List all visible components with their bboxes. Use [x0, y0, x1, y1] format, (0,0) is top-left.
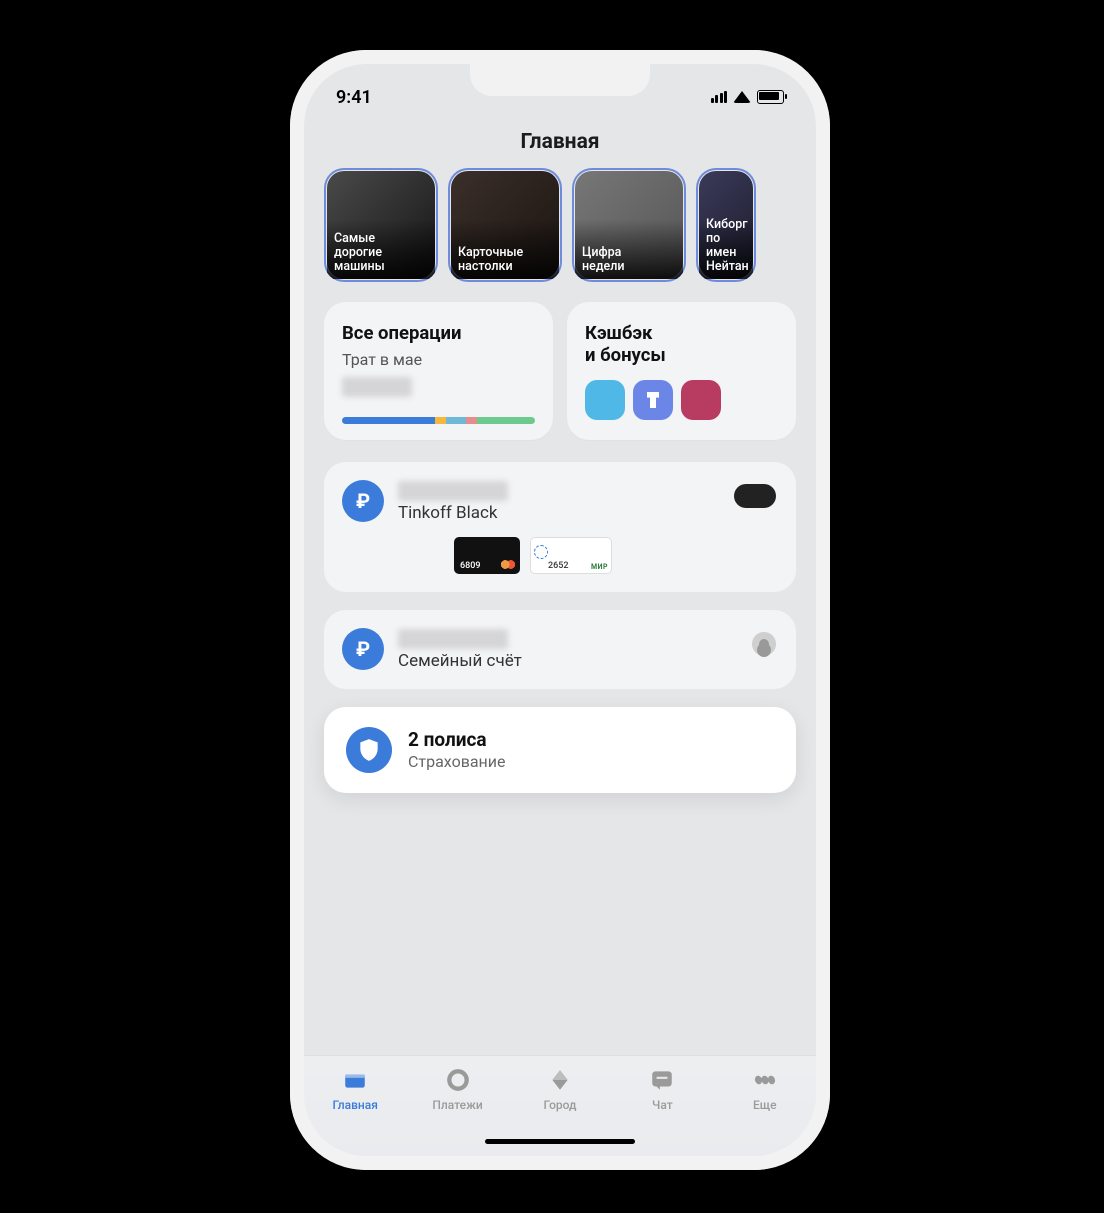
device-notch [470, 64, 650, 96]
operations-subtitle: Трат в мае [342, 350, 535, 369]
city-icon [546, 1066, 574, 1094]
payments-icon [444, 1066, 472, 1094]
spending-amount-blurred [342, 377, 412, 397]
tab-label: Еще [753, 1098, 777, 1112]
wifi-icon [733, 91, 751, 103]
more-icon [751, 1066, 779, 1094]
mir-logo-icon: МИР [591, 563, 608, 571]
tab-bar: Главная Платежи Город Чат [304, 1055, 816, 1156]
phone-mockup: 9:41 Главная Самые дорогие машины Карточ… [290, 50, 830, 1170]
shared-user-icon[interactable] [752, 632, 776, 656]
partner-icon [681, 380, 721, 420]
partner-icon [585, 380, 625, 420]
home-icon [341, 1066, 369, 1094]
tab-home[interactable]: Главная [316, 1066, 394, 1112]
status-time: 9:41 [336, 87, 372, 108]
operations-widget[interactable]: Все операции Трат в мае [324, 302, 553, 440]
story-label: Самые дорогие машины [334, 232, 430, 274]
widgets-row: Все операции Трат в мае Кэшбэк и бонусы [324, 302, 796, 440]
tab-more[interactable]: Еще [726, 1066, 804, 1112]
story-label: Цифра недели [582, 246, 678, 274]
account-card-tinkoff-black[interactable]: ₽ Tinkoff Black 6809 2652 МИР [324, 462, 796, 592]
card-last4: 6809 [460, 561, 480, 571]
story-card[interactable]: Самые дорогие машины [324, 168, 438, 282]
account-name: Семейный счёт [398, 651, 778, 671]
insurance-subtitle: Страхование [408, 752, 506, 771]
cashback-title: Кэшбэк и бонусы [585, 322, 778, 366]
chat-icon [648, 1066, 676, 1094]
story-label: Карточные настолки [458, 246, 554, 274]
screen: 9:41 Главная Самые дорогие машины Карточ… [304, 64, 816, 1156]
ruble-icon: ₽ [342, 628, 384, 670]
story-card[interactable]: Киборг по имен Нейтан [696, 168, 756, 282]
status-icons [711, 90, 785, 104]
shield-icon [346, 727, 392, 773]
cashback-widget[interactable]: Кэшбэк и бонусы [567, 302, 796, 440]
story-card[interactable]: Цифра недели [572, 168, 686, 282]
tab-chat[interactable]: Чат [623, 1066, 701, 1112]
cards-row: 6809 2652 МИР [454, 537, 778, 574]
page-title: Главная [304, 124, 816, 168]
tab-label: Платежи [432, 1098, 482, 1112]
fuel-icon [633, 380, 673, 420]
balance-blurred [398, 481, 508, 501]
tab-city[interactable]: Город [521, 1066, 599, 1112]
balance-blurred [398, 629, 508, 649]
story-label: Киборг по имен Нейтан [706, 218, 748, 274]
card-mini[interactable]: 2652 МИР [530, 537, 612, 574]
operations-title: Все операции [342, 322, 535, 344]
insurance-title: 2 полиса [408, 728, 506, 751]
story-card[interactable]: Карточные настолки [448, 168, 562, 282]
insurance-card[interactable]: 2 полиса Страхование [324, 707, 796, 793]
card-last4: 2652 [548, 561, 568, 571]
tab-label: Чат [652, 1098, 673, 1112]
tab-label: Город [543, 1098, 576, 1112]
card-mini[interactable]: 6809 [454, 537, 520, 574]
stories-strip[interactable]: Самые дорогие машины Карточные настолки … [304, 168, 816, 288]
ruble-icon: ₽ [342, 480, 384, 522]
spending-bar [342, 417, 535, 424]
home-indicator[interactable] [485, 1139, 635, 1144]
battery-icon [757, 90, 784, 104]
cell-signal-icon [711, 91, 728, 103]
account-card-family[interactable]: ₽ Семейный счёт [324, 610, 796, 689]
cashback-partner-icons [585, 380, 778, 420]
tab-label: Главная [332, 1098, 377, 1112]
account-name: Tinkoff Black [398, 503, 778, 523]
tab-payments[interactable]: Платежи [419, 1066, 497, 1112]
visibility-toggle[interactable] [734, 484, 776, 508]
